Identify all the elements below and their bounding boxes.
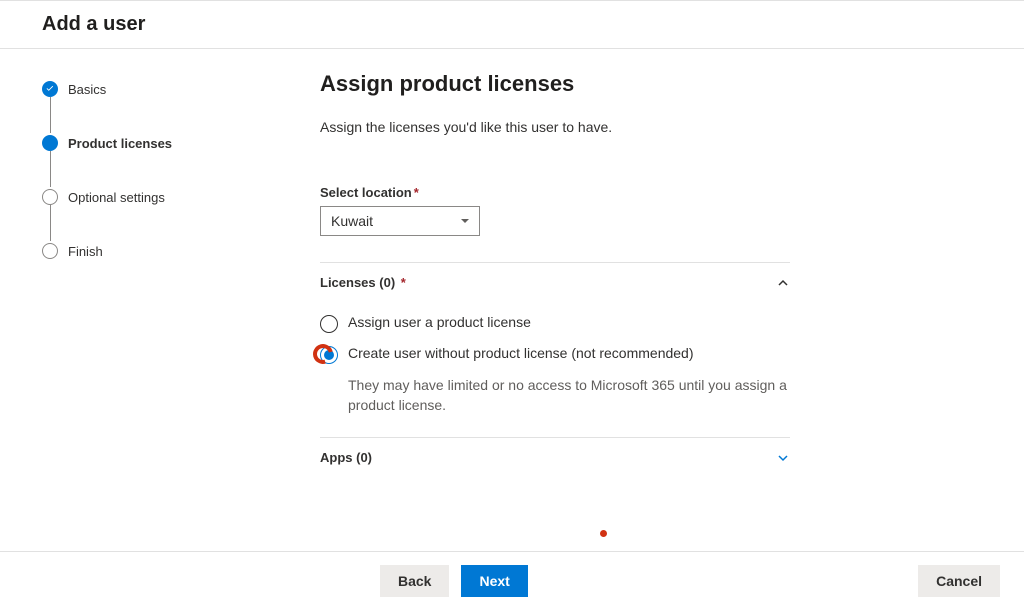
page-title: Add a user	[42, 13, 1024, 36]
wizard-footer: Back Next Cancel	[0, 551, 1024, 609]
circle-icon	[42, 189, 58, 205]
step-label: Basics	[68, 82, 106, 97]
main-heading: Assign product licenses	[320, 71, 984, 97]
circle-icon	[42, 243, 58, 259]
chevron-up-icon	[776, 276, 790, 290]
radio-without-license[interactable]: Create user without product license (not…	[320, 345, 790, 364]
section-title: Licenses (0) *	[320, 275, 406, 290]
step-optional-settings[interactable]: Optional settings	[42, 187, 280, 207]
step-product-licenses[interactable]: Product licenses	[42, 133, 280, 153]
check-icon	[42, 81, 58, 97]
radio-assign-license[interactable]: Assign user a product license	[320, 314, 790, 333]
radio-icon[interactable]	[320, 315, 338, 333]
radio-icon[interactable]	[320, 346, 338, 364]
main-subtitle: Assign the licenses you'd like this user…	[320, 119, 984, 135]
location-label: Select location*	[320, 185, 984, 200]
chevron-down-icon	[776, 451, 790, 465]
dot-icon	[42, 135, 58, 151]
step-label: Optional settings	[68, 190, 165, 205]
main-panel: Assign product licenses Assign the licen…	[280, 49, 1024, 552]
license-radio-group: Assign user a product license Create use…	[320, 314, 790, 415]
step-basics[interactable]: Basics	[42, 79, 280, 99]
wizard-stepper: Basics Product licenses Optional setting…	[0, 49, 280, 552]
step-finish[interactable]: Finish	[42, 241, 280, 261]
step-label: Product licenses	[68, 136, 172, 151]
next-button[interactable]: Next	[461, 565, 527, 597]
wizard-header: Add a user	[0, 0, 1024, 49]
apps-section: Apps (0)	[320, 437, 790, 475]
cancel-button[interactable]: Cancel	[918, 565, 1000, 597]
section-title: Apps (0)	[320, 450, 372, 465]
step-label: Finish	[68, 244, 103, 259]
radio-description: They may have limited or no access to Mi…	[348, 376, 790, 415]
licenses-section: Licenses (0) * Assign user a product lic…	[320, 262, 790, 437]
licenses-toggle[interactable]: Licenses (0) *	[320, 275, 790, 290]
wizard-body: Basics Product licenses Optional setting…	[0, 49, 1024, 552]
back-button[interactable]: Back	[380, 565, 449, 597]
location-value: Kuwait	[331, 213, 373, 229]
chevron-down-icon	[459, 215, 471, 227]
location-select[interactable]: Kuwait	[320, 206, 480, 236]
apps-toggle[interactable]: Apps (0)	[320, 450, 790, 465]
